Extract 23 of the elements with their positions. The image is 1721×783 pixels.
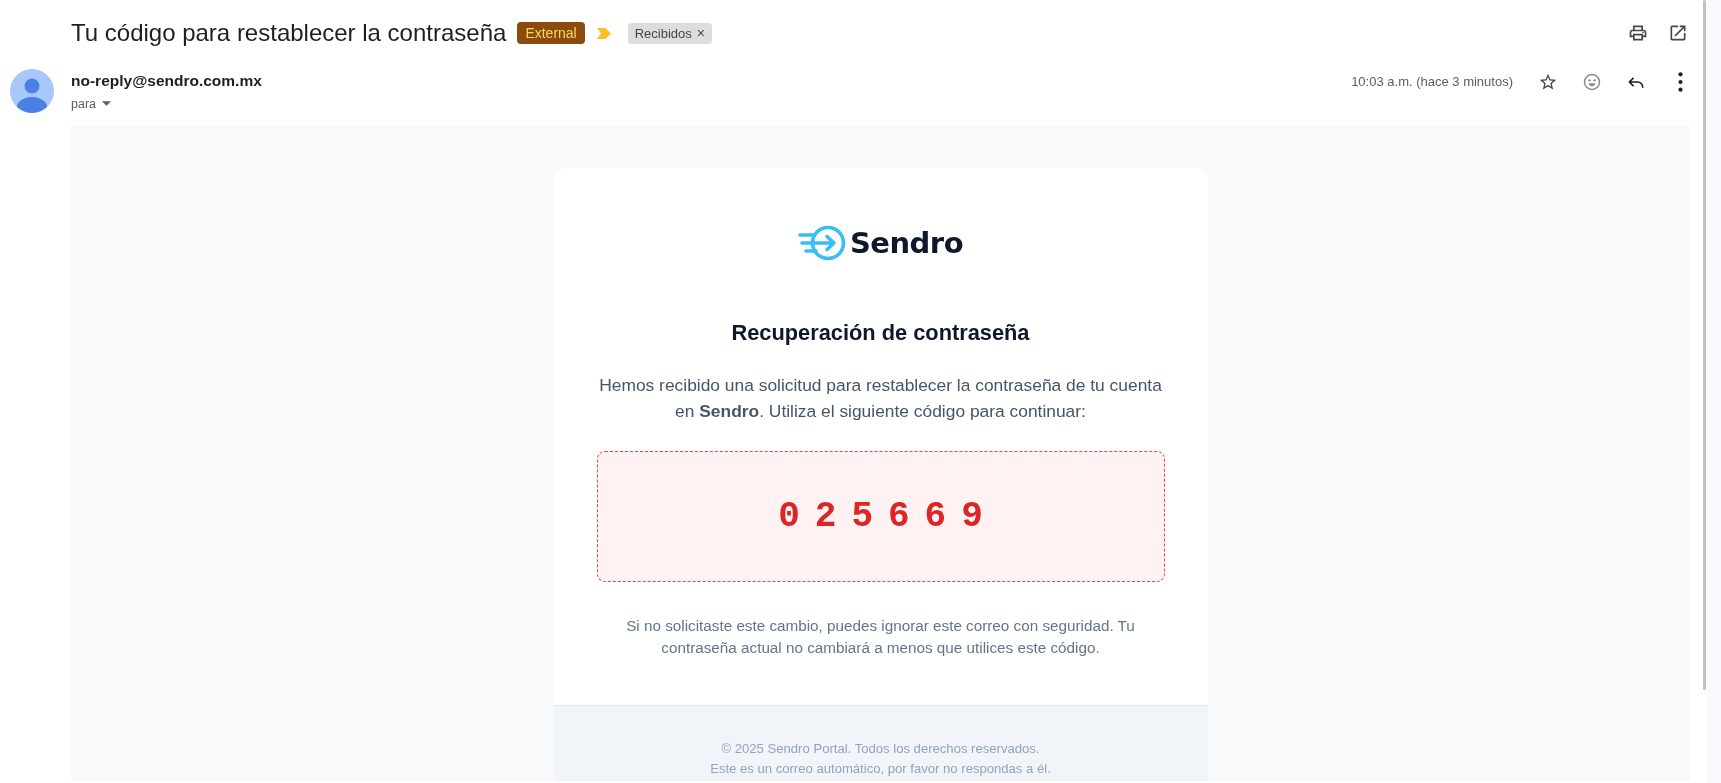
smiley-icon	[1582, 71, 1602, 92]
external-badge: External	[517, 22, 585, 45]
footer-text: Este es un correo automático, por favor no respondas a él.	[709, 759, 1052, 778]
logo-icon	[797, 224, 846, 261]
avatar-icon	[10, 68, 54, 113]
scrollbar-thumb[interactable]	[1703, 0, 1706, 690]
email-subject: Tu código para restablecer la contraseña	[71, 18, 507, 49]
sender-address: no-reply@sendro.com.mx	[71, 70, 262, 91]
label-name[interactable]: Recibidos	[634, 22, 692, 44]
notice-text: Si no solicitaste este cambio, puedes ignorar este correo con seguridad. Tu contraseña actual no cambiará a menos que utilices este código.	[625, 615, 1136, 658]
open-in-new-icon	[1668, 23, 1688, 44]
intro-text: Hemos recibido una solicitud para restablecer la contraseña de tu cuenta en Sendro. Utiliza el siguiente código para continuar:	[598, 373, 1163, 423]
remove-label-button[interactable]: ×	[696, 22, 705, 44]
caret-icon	[102, 101, 112, 107]
recipients-dropdown[interactable]: para	[71, 94, 112, 113]
footer-text: © 2025 Sendro Portal. Todos los derechos reservados.	[720, 739, 1041, 758]
importance-marker-icon[interactable]	[596, 27, 611, 39]
more-vertical-icon	[1677, 71, 1683, 92]
print-icon	[1628, 23, 1648, 44]
email-heading: Recuperación de contraseña	[730, 318, 1031, 347]
verification-code: 025669	[778, 494, 998, 539]
message-time: 10:03 a.m. (hace 3 minutos)	[1351, 72, 1513, 91]
brand-name: Sendro	[849, 224, 964, 262]
